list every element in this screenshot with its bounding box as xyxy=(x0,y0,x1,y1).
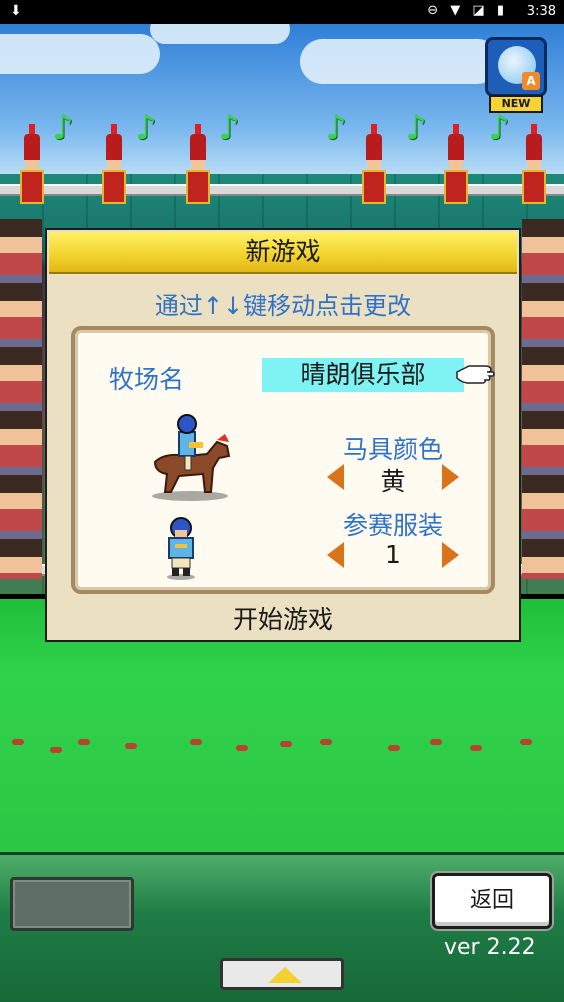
settings-panel: 牧场名 晴朗俱乐部 马具颜色 黄 参赛服装 1 xyxy=(71,326,495,594)
version-label: ver 2.22 xyxy=(444,935,536,960)
band-member xyxy=(436,124,476,204)
music-note-icon: ♪ xyxy=(218,108,240,148)
jockey-outfit-icon xyxy=(167,517,195,580)
band-member xyxy=(12,124,52,204)
band-member xyxy=(94,124,134,204)
status-icons: ⊖ ▼ ◪ ▮ xyxy=(427,3,508,18)
music-note-icon: ♪ xyxy=(135,108,157,148)
empty-slot-button[interactable] xyxy=(10,877,134,931)
band-member xyxy=(514,124,554,204)
saddle-color-next-arrow[interactable] xyxy=(442,464,459,490)
farm-name-label: 牧场名 xyxy=(109,365,185,394)
pointing-hand-icon xyxy=(456,365,495,384)
download-icon: ⬇ xyxy=(10,3,22,19)
transfer-icon: A xyxy=(485,37,547,97)
farm-name-field[interactable]: 晴朗俱乐部 xyxy=(262,358,464,392)
new-game-dialog: 新游戏 通过↑↓键移动点击更改 牧场名 晴朗俱乐部 马具颜色 黄 参赛服装 1 … xyxy=(45,228,521,642)
crowd xyxy=(0,219,42,579)
transfer-letter: A xyxy=(522,72,540,90)
outfit-label: 参赛服装 xyxy=(342,511,443,540)
crowd xyxy=(522,219,564,579)
music-note-icon: ♪ xyxy=(325,108,347,148)
dialog-title: 新游戏 xyxy=(49,232,517,274)
transfer-new-button[interactable]: A NEW xyxy=(485,37,547,113)
band-member xyxy=(178,124,218,204)
clock: 3:38 xyxy=(526,4,556,19)
up-arrow-icon xyxy=(268,967,302,983)
cloud xyxy=(0,34,160,74)
saddle-color-value: 黄 xyxy=(380,467,406,496)
horse-and-rider-icon xyxy=(152,414,231,501)
cloud xyxy=(300,39,500,84)
outfit-next-arrow[interactable] xyxy=(442,542,459,568)
bottom-control-bar: 返回 ver 2.22 xyxy=(0,852,564,1002)
music-note-icon: ♪ xyxy=(488,108,510,148)
start-game-button[interactable]: 开始游戏 xyxy=(47,600,519,636)
band-member xyxy=(354,124,394,204)
cloud xyxy=(150,24,290,44)
outfit-value: 1 xyxy=(385,540,401,569)
music-note-icon: ♪ xyxy=(52,108,74,148)
sky xyxy=(0,24,564,174)
scroll-up-button[interactable] xyxy=(220,958,344,990)
status-bar: ⬇ ⊖ ▼ ◪ ▮ 3:38 xyxy=(0,0,564,24)
music-note-icon: ♪ xyxy=(405,108,427,148)
back-button[interactable]: 返回 xyxy=(432,873,552,929)
rail xyxy=(0,184,564,196)
instruction-text: 通过↑↓键移动点击更改 xyxy=(154,292,412,320)
new-tag: NEW xyxy=(489,95,543,113)
saddle-color-label: 马具颜色 xyxy=(342,435,443,464)
